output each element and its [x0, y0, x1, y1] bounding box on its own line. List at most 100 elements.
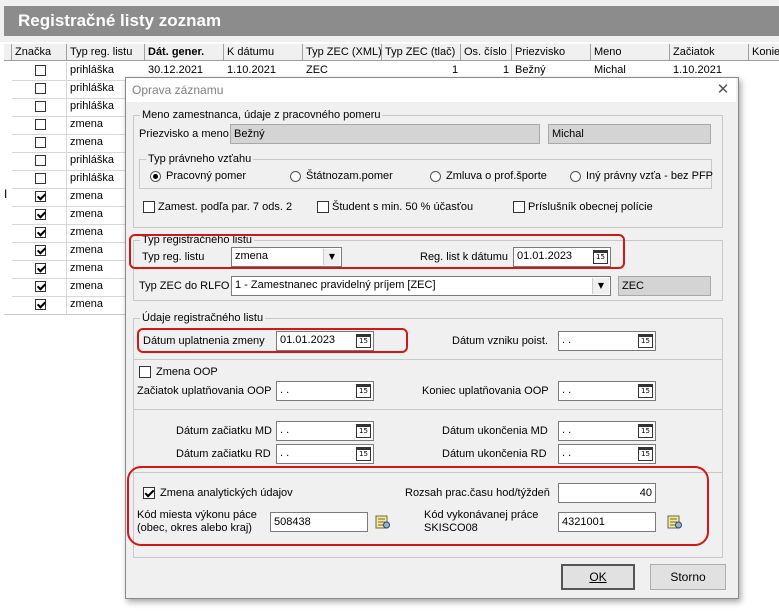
flag-checkbox-3[interactable] [513, 201, 525, 213]
rd-end-field[interactable]: . . 15 [558, 444, 656, 464]
cell-os-cislo: 1 [503, 64, 510, 76]
row-checkbox[interactable] [35, 65, 46, 76]
row-checkbox[interactable] [35, 83, 46, 94]
relation-radio-2[interactable] [290, 171, 301, 182]
calendar-icon[interactable]: 15 [638, 384, 653, 398]
flag-label-2: Študent s min. 50 % účasťou [332, 201, 474, 213]
row-type: zmena [70, 262, 104, 274]
flag-checkbox-1[interactable] [143, 201, 155, 213]
cell-meno: Michal [594, 64, 626, 76]
column-header-typ-zec-xml[interactable]: Typ ZEC (XML) [303, 44, 382, 61]
calendar-icon[interactable]: 15 [356, 424, 371, 438]
column-header-typ-zec-tlac[interactable]: Typ ZEC (tlač) [382, 44, 461, 61]
ok-button[interactable]: OK [561, 564, 635, 590]
row-type: zmena [70, 208, 104, 220]
oop-start-field[interactable]: . . 15 [276, 381, 374, 401]
table-row[interactable]: zmena [12, 260, 126, 279]
relation-group-legend: Typ právneho vzťahu [146, 153, 254, 165]
row-type: zmena [70, 136, 104, 148]
row-checkbox[interactable] [35, 263, 46, 274]
column-header-koniec[interactable]: Konie [749, 44, 779, 61]
table-row[interactable]: prihláška [12, 98, 126, 117]
row-checkbox[interactable] [35, 281, 46, 292]
row-checkbox[interactable] [35, 155, 46, 166]
row-checkbox[interactable] [35, 191, 46, 202]
table-row[interactable]: zmena [12, 296, 126, 315]
close-icon[interactable]: ✕ [714, 80, 732, 98]
oop-end-field[interactable]: . . 15 [558, 381, 656, 401]
column-header-typ-reg-listu[interactable]: Typ reg. listu [67, 44, 145, 61]
cancel-button[interactable]: Storno [650, 564, 726, 590]
table-row[interactable]: prihláška [12, 170, 126, 189]
row-checkbox[interactable] [35, 245, 46, 256]
row-checkbox[interactable] [35, 101, 46, 112]
cell-divider [66, 278, 67, 296]
column-header-meno[interactable]: Meno [591, 44, 670, 61]
table-row[interactable]: prihláška [12, 62, 126, 81]
table-row[interactable]: zmena [12, 206, 126, 225]
cell-zec-xml: ZEC [306, 64, 328, 76]
column-header-k-datumu[interactable]: K dátumu [224, 44, 303, 61]
chevron-down-icon[interactable]: ▼ [592, 278, 609, 294]
column-header-zaciatok[interactable]: Začiatok [670, 44, 749, 61]
calendar-icon[interactable]: 15 [638, 334, 653, 348]
md-end-field[interactable]: . . 15 [558, 421, 656, 441]
table-row[interactable]: zmena [12, 134, 126, 153]
column-header-os-cislo[interactable]: Os. číslo [461, 44, 512, 61]
cell-divider [66, 170, 67, 188]
column-header-znacka[interactable]: Značka [12, 44, 67, 61]
calendar-icon[interactable]: 15 [638, 424, 653, 438]
calendar-icon[interactable]: 15 [638, 447, 653, 461]
grid-header-corner [4, 44, 12, 61]
row-checkbox[interactable] [35, 119, 46, 130]
zec-label: Typ ZEC do RLFO [139, 280, 230, 292]
table-row[interactable]: zmena [12, 116, 126, 135]
separator [134, 409, 722, 410]
zec-select[interactable]: 1 - Zamestnanec pravidelný príjem [ZEC] … [231, 276, 611, 296]
flag-checkbox-2[interactable] [317, 201, 329, 213]
firstname-field[interactable]: Michal [548, 124, 711, 144]
row-type: zmena [70, 244, 104, 256]
cell-divider [66, 296, 67, 314]
rd-start-field[interactable]: . . 15 [276, 444, 374, 464]
rd-end-label: Dátum ukončenia RD [442, 448, 547, 460]
text-cursor-icon: I [4, 187, 8, 201]
row-checkbox[interactable] [35, 173, 46, 184]
zec-code-field[interactable]: ZEC [618, 276, 711, 296]
row-checkbox[interactable] [35, 227, 46, 238]
md-start-value: . . [280, 424, 290, 436]
oop-change-checkbox[interactable] [139, 366, 151, 378]
table-row[interactable]: zmena [12, 242, 126, 261]
calendar-icon[interactable]: 15 [356, 447, 371, 461]
separator [134, 359, 722, 360]
column-header-priezvisko[interactable]: Priezvisko [512, 44, 591, 61]
row-type: zmena [70, 118, 104, 130]
cell-divider [66, 242, 67, 260]
table-row[interactable]: prihláška [12, 152, 126, 171]
table-row[interactable]: zmena [12, 278, 126, 297]
cell-divider [66, 206, 67, 224]
row-checkbox[interactable] [35, 209, 46, 220]
highlight-change-date [137, 328, 408, 353]
employee-group-legend: Meno zamestnanca, údaje z pracovného pom… [140, 109, 383, 121]
column-header-dat-gener[interactable]: Dát. gener. [145, 44, 224, 61]
md-start-label: Dátum začiatku MD [176, 425, 272, 437]
insurance-start-field[interactable]: . . 15 [558, 331, 656, 351]
row-type: prihláška [70, 172, 115, 184]
calendar-icon[interactable]: 15 [356, 384, 371, 398]
cell-divider [66, 80, 67, 98]
table-row[interactable]: zmena [12, 224, 126, 243]
surname-field[interactable]: Bežný [230, 124, 540, 144]
relation-label-1: Pracovný pomer [166, 170, 247, 182]
oop-change-label: Zmena OOP [156, 366, 218, 378]
table-row[interactable]: zmena [12, 188, 126, 207]
highlight-reg-type [129, 234, 625, 269]
cell-divider [66, 224, 67, 242]
relation-radio-4[interactable] [570, 171, 581, 182]
relation-radio-1[interactable] [150, 171, 161, 182]
relation-radio-3[interactable] [430, 171, 441, 182]
row-checkbox[interactable] [35, 137, 46, 148]
row-checkbox[interactable] [35, 299, 46, 310]
md-start-field[interactable]: . . 15 [276, 421, 374, 441]
table-row[interactable]: prihláška [12, 80, 126, 99]
